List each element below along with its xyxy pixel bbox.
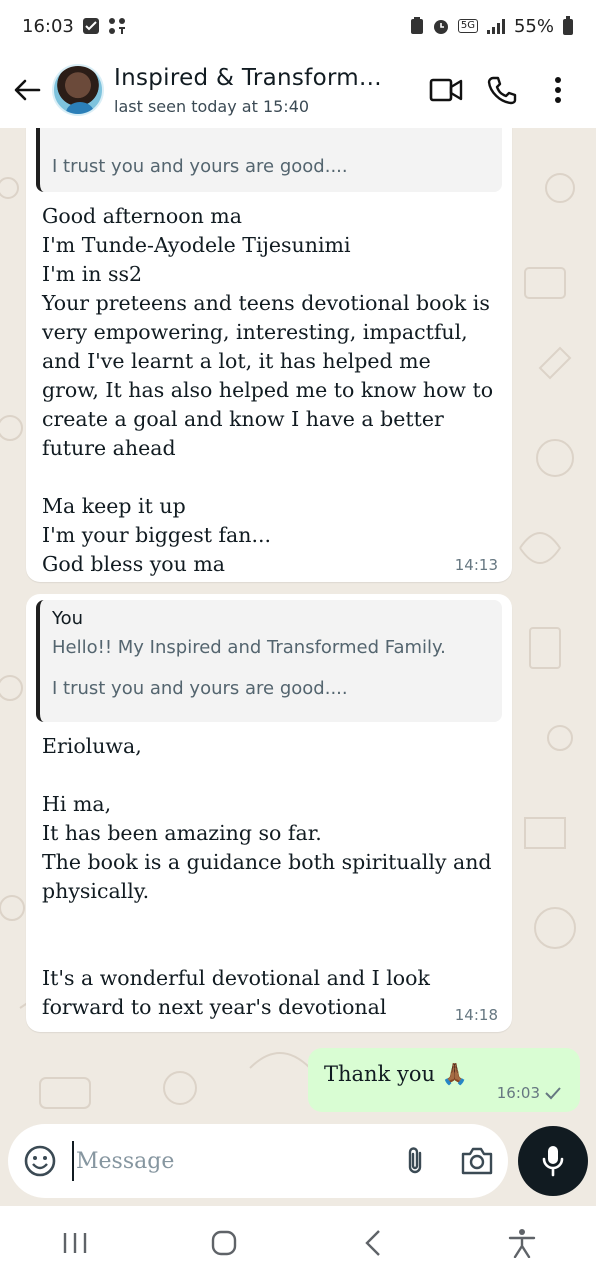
last-seen: last seen today at 15:40 <box>114 96 310 116</box>
message-input[interactable] <box>72 1141 384 1181</box>
message-text: Good afternoon ma I'm Tunde-Ayodele Tije… <box>42 204 494 576</box>
message-bubble[interactable]: I trust you and yours are good.... Good … <box>26 128 512 582</box>
system-nav-bar <box>0 1206 596 1280</box>
back-chevron-icon <box>364 1230 380 1256</box>
attach-icon <box>408 1147 422 1174</box>
sent-check-icon <box>545 1087 561 1100</box>
message-time: 16:03 <box>496 1084 540 1102</box>
network-type-icon: 5G <box>457 19 478 33</box>
checkbox-notification-icon <box>82 17 100 35</box>
quoted-text: I trust you and yours are good.... <box>52 678 348 699</box>
recents-button[interactable] <box>35 1213 115 1273</box>
alarm-icon <box>432 17 450 35</box>
back-button[interactable] <box>2 52 52 128</box>
message-text: Erioluwa, Hi ma, It has been amazing so … <box>42 734 492 1019</box>
status-time: 16:03 <box>22 15 74 37</box>
emoji-icon <box>24 1145 56 1177</box>
back-nav-button[interactable] <box>333 1213 413 1273</box>
voice-message-button[interactable] <box>518 1126 588 1196</box>
message-composer <box>8 1124 508 1198</box>
quoted-message[interactable]: I trust you and yours are good.... <box>36 128 502 192</box>
outgoing-message: Thank you 🙏🏾 <box>324 1062 468 1087</box>
camera-icon <box>461 1147 493 1175</box>
voice-call-icon <box>487 76 517 105</box>
emoji-button[interactable] <box>8 1124 72 1198</box>
battery-saver-icon <box>410 17 424 35</box>
back-arrow-icon <box>14 79 41 101</box>
message-time: 14:18 <box>454 1006 498 1024</box>
quoted-sender: You <box>52 608 84 629</box>
accessibility-button[interactable] <box>482 1213 562 1273</box>
video-call-button[interactable] <box>418 62 474 118</box>
signal-icon <box>486 18 506 34</box>
voice-call-button[interactable] <box>474 62 530 118</box>
video-call-icon <box>429 78 463 102</box>
status-bar: 16:03 5G 55% <box>0 0 596 52</box>
home-icon <box>211 1230 236 1256</box>
outgoing-message-bubble[interactable]: Thank you 🙏🏾 16:03 <box>308 1048 580 1112</box>
home-button[interactable] <box>184 1213 264 1273</box>
battery-percent: 55% <box>513 15 554 37</box>
more-vert-icon <box>555 77 561 103</box>
attach-button[interactable] <box>384 1124 446 1198</box>
chat-header: Inspired & Transform... last seen today … <box>0 52 596 128</box>
quoted-text: I trust you and yours are good.... <box>52 156 348 177</box>
battery-icon <box>562 16 574 36</box>
message-time: 14:13 <box>454 556 498 574</box>
folded-hands-emoji: 🙏🏾 <box>441 1062 468 1086</box>
chat-area[interactable]: I trust you and yours are good.... Good … <box>0 128 596 1118</box>
message-bubble[interactable]: You Hello!! My Inspired and Transformed … <box>26 594 512 1032</box>
recents-icon <box>63 1233 86 1253</box>
dots-notification-icon <box>108 17 126 35</box>
quoted-message[interactable]: You Hello!! My Inspired and Transformed … <box>36 600 502 722</box>
more-options-button[interactable] <box>530 62 586 118</box>
contact-name: Inspired & Transform... <box>114 64 382 91</box>
message-text: Thank you <box>324 1062 436 1086</box>
accessibility-icon <box>508 1229 535 1258</box>
contact-info[interactable]: Inspired & Transform... last seen today … <box>114 65 418 116</box>
camera-button[interactable] <box>446 1124 508 1198</box>
quoted-text: Hello!! My Inspired and Transformed Fami… <box>52 637 446 658</box>
avatar[interactable] <box>52 64 104 116</box>
mic-icon <box>542 1146 564 1177</box>
